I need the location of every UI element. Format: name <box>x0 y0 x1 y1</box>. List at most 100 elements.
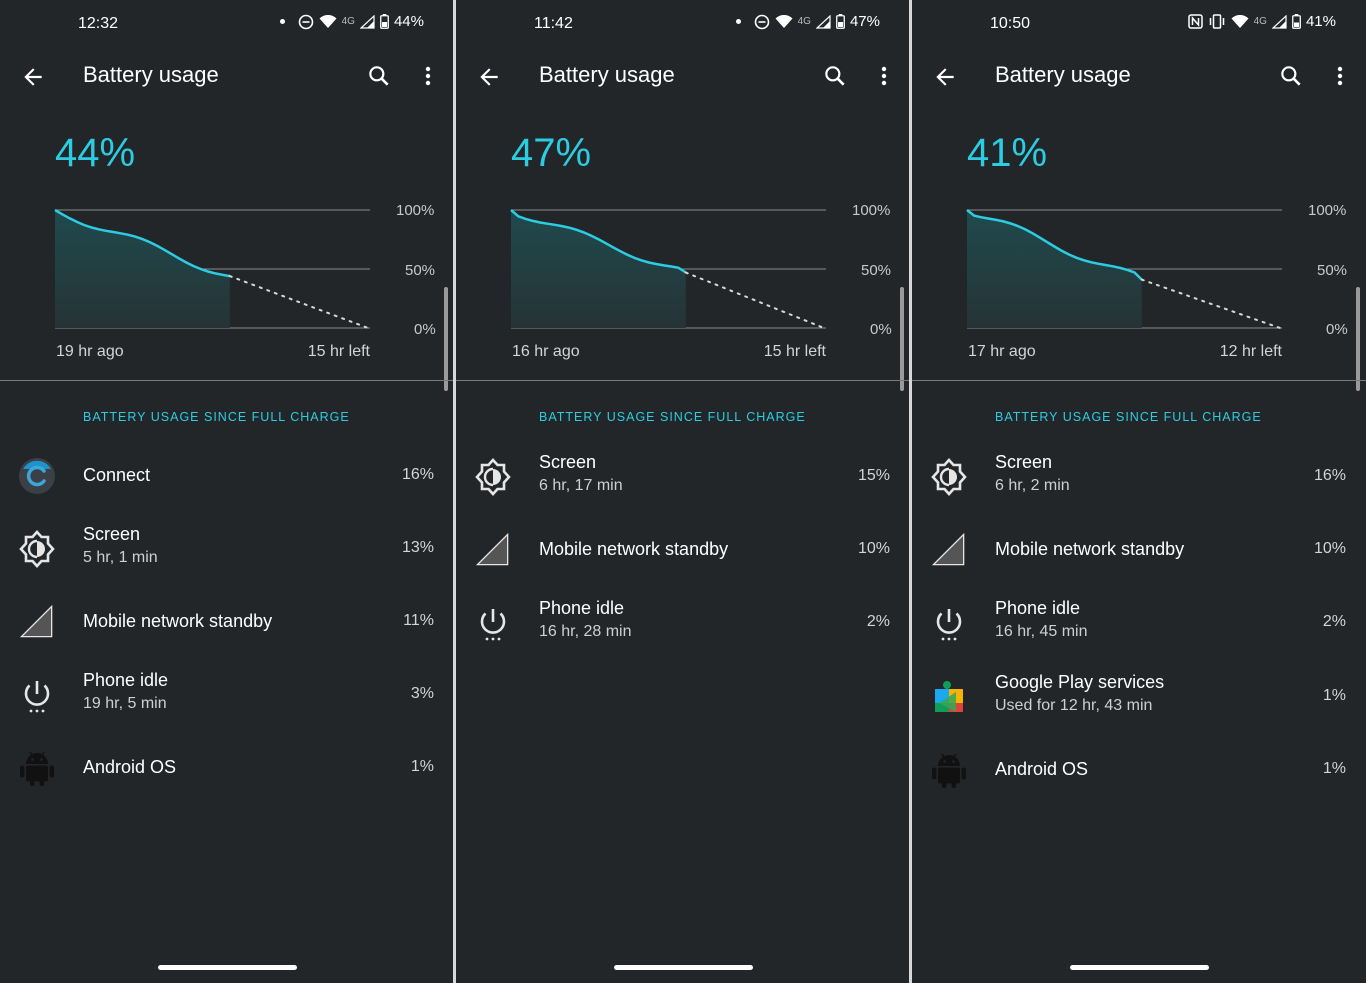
signal-icon <box>18 603 56 641</box>
search-icon[interactable] <box>366 63 392 89</box>
chart-projection-line <box>1140 278 1281 329</box>
network-type-label: 4G <box>797 16 811 27</box>
usage-item-percent: 10% <box>1313 540 1346 557</box>
status-icons: 4G 44% <box>279 13 424 30</box>
signal-icon <box>930 531 968 569</box>
battery-percent-label: 47% <box>849 13 880 30</box>
home-indicator[interactable] <box>158 965 297 970</box>
status-bar: 10:50 4G 41% <box>912 0 1366 50</box>
search-icon[interactable] <box>822 63 848 89</box>
scrollbar[interactable] <box>444 287 448 391</box>
usage-item-mobile-network-standby[interactable]: Mobile network standby 10% <box>456 514 910 586</box>
status-bar: 11:42 4G 47% <box>456 0 910 50</box>
usage-item-phone-idle[interactable]: Phone idle 16 hr, 45 min 2% <box>912 586 1366 660</box>
connect-app-icon <box>18 457 56 495</box>
brightness-icon <box>474 458 512 496</box>
page-title: Battery usage <box>995 62 1131 87</box>
usage-item-mobile-network-standby[interactable]: Mobile network standby 11% <box>0 586 454 658</box>
usage-item-android-os[interactable]: Android OS 1% <box>0 732 454 804</box>
more-options-icon[interactable] <box>876 63 892 89</box>
usage-item-percent: 11% <box>403 612 434 629</box>
status-time: 12:32 <box>78 15 119 32</box>
usage-item-name: Phone idle <box>995 598 1081 618</box>
back-arrow-icon[interactable] <box>932 64 958 90</box>
usage-item-name: Phone idle <box>539 598 625 618</box>
section-divider <box>912 380 1366 381</box>
brightness-icon <box>18 530 56 568</box>
axis-label-100: 100% <box>1308 202 1347 219</box>
search-icon[interactable] <box>1278 63 1304 89</box>
cell-signal-icon <box>359 14 375 29</box>
chart-area <box>511 210 686 328</box>
home-indicator[interactable] <box>1070 965 1209 970</box>
wifi-icon <box>1231 14 1249 28</box>
battery-level-percent: 44% <box>55 131 136 175</box>
cell-signal-icon <box>1271 14 1287 29</box>
usage-item-percent: 16% <box>401 466 434 483</box>
usage-item-percent: 1% <box>1322 760 1346 777</box>
scrollbar[interactable] <box>900 287 904 391</box>
battery-icon <box>380 14 389 29</box>
usage-item-android-os[interactable]: Android OS 1% <box>912 734 1366 806</box>
usage-item-connect[interactable]: Connect 16% <box>0 440 454 512</box>
usage-item-duration: 6 hr, 2 min <box>995 477 1070 494</box>
usage-item-phone-idle[interactable]: Phone idle 19 hr, 5 min 3% <box>0 658 454 732</box>
battery-level-percent: 41% <box>967 131 1048 175</box>
power-icon <box>930 604 968 642</box>
more-options-icon[interactable] <box>420 63 436 89</box>
screen-2: 11:42 4G 47% Battery usage 47% 100% 50% … <box>456 0 910 983</box>
chart-projection-line <box>684 271 825 329</box>
usage-item-screen[interactable]: Screen 6 hr, 17 min 15% <box>456 440 910 514</box>
android-icon <box>930 751 968 789</box>
usage-item-percent: 1% <box>1322 687 1346 704</box>
scrollbar[interactable] <box>1356 287 1360 391</box>
battery-percent-label: 44% <box>393 13 424 30</box>
notification-dot-icon <box>735 19 741 24</box>
home-indicator[interactable] <box>614 965 753 970</box>
usage-item-screen[interactable]: Screen 6 hr, 2 min 16% <box>912 440 1366 514</box>
wifi-icon <box>319 14 337 28</box>
usage-item-name: Screen <box>995 452 1053 472</box>
axis-label-0: 0% <box>1326 321 1348 338</box>
network-type-label: 4G <box>1253 16 1267 27</box>
battery-chart <box>510 209 826 329</box>
section-header: BATTERY USAGE SINCE FULL CHARGE <box>539 410 806 424</box>
page-title: Battery usage <box>83 62 219 87</box>
usage-item-phone-idle[interactable]: Phone idle 16 hr, 28 min 2% <box>456 586 910 660</box>
axis-label-50: 50% <box>1317 262 1348 279</box>
chart-projection-line <box>228 275 369 329</box>
battery-icon <box>1292 14 1301 29</box>
more-options-icon[interactable] <box>1332 63 1348 89</box>
axis-label-50: 50% <box>861 262 892 279</box>
android-icon <box>18 749 56 787</box>
app-bar: Battery usage <box>456 50 910 106</box>
usage-item-percent: 13% <box>401 539 434 556</box>
chart-area <box>967 210 1142 328</box>
power-icon <box>474 604 512 642</box>
usage-item-mobile-network-standby[interactable]: Mobile network standby 10% <box>912 514 1366 586</box>
chart-time-left: 15 hr left <box>307 343 370 360</box>
usage-item-percent: 15% <box>857 467 890 484</box>
usage-item-name: Android OS <box>83 757 177 777</box>
usage-item-duration: 6 hr, 17 min <box>539 477 623 494</box>
status-time: 11:42 <box>534 15 573 32</box>
section-header: BATTERY USAGE SINCE FULL CHARGE <box>83 410 350 424</box>
chart-time-left: 15 hr left <box>763 343 826 360</box>
usage-item-percent: 3% <box>410 685 434 702</box>
usage-item-name: Screen <box>539 452 597 472</box>
axis-label-100: 100% <box>852 202 891 219</box>
axis-label-0: 0% <box>870 321 892 338</box>
battery-chart <box>966 209 1282 329</box>
play-services-icon <box>930 678 968 716</box>
usage-item-google-play-services[interactable]: Google Play services Used for 12 hr, 43 m… <box>912 660 1366 734</box>
usage-item-duration: 5 hr, 1 min <box>83 549 158 566</box>
usage-item-percent: 1% <box>410 758 434 775</box>
screen-3: 10:50 4G 41% Battery usage 41% 100% 50% … <box>912 0 1366 983</box>
notification-dot-icon <box>279 19 285 24</box>
back-arrow-icon[interactable] <box>476 64 502 90</box>
app-bar: Battery usage <box>912 50 1366 106</box>
wifi-icon <box>775 14 793 28</box>
usage-item-name: Mobile network standby <box>539 539 729 559</box>
back-arrow-icon[interactable] <box>20 64 46 90</box>
usage-item-screen[interactable]: Screen 5 hr, 1 min 13% <box>0 512 454 586</box>
